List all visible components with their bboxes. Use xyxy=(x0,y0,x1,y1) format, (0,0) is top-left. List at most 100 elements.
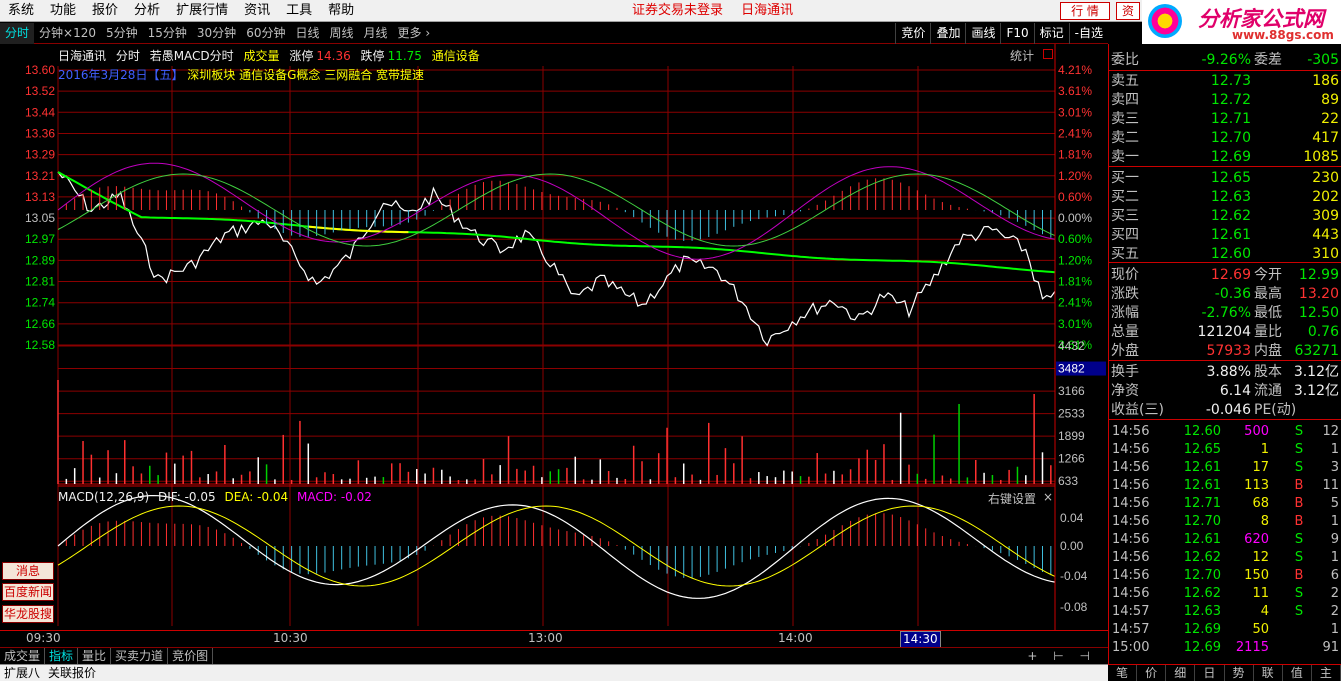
price-tick-label: 12.66 xyxy=(25,317,55,331)
zoom-controls[interactable]: + ⊢ ⊣ xyxy=(1027,648,1096,664)
tab-monthly[interactable]: 月线 xyxy=(359,23,393,44)
rtab-value[interactable]: 值 xyxy=(1283,665,1312,681)
tick-volume: 500 xyxy=(1244,424,1269,439)
tick-row[interactable]: 15:00 12.69 2115 91 xyxy=(1109,639,1341,657)
login-status[interactable]: 证券交易未登录 xyxy=(632,3,723,18)
tick-row[interactable]: 14:57 12.69 50 1 xyxy=(1109,621,1341,639)
tick-row[interactable]: 14:56 12.70 150 B 6 xyxy=(1109,567,1341,585)
flower-logo-icon xyxy=(1148,4,1182,38)
ask-row[interactable]: 卖四 12.72 89 xyxy=(1109,91,1341,109)
tick-direction: S xyxy=(1294,604,1304,619)
ask-volume: 22 xyxy=(1321,111,1339,127)
tick-row[interactable]: 14:56 12.61 17 S 3 xyxy=(1109,459,1341,477)
news-button[interactable]: 资 xyxy=(1116,2,1140,20)
tab-weekly[interactable]: 周线 xyxy=(324,23,358,44)
tick-count: 1 xyxy=(1330,550,1339,565)
tab-volume[interactable]: 成交量 xyxy=(0,648,46,664)
bid-row[interactable]: 买四 12.61 443 xyxy=(1109,226,1341,244)
bid-volume: 202 xyxy=(1312,189,1339,205)
ask-row[interactable]: 卖二 12.70 417 xyxy=(1109,129,1341,147)
vol-tick-label: 3166 xyxy=(1058,384,1085,398)
divider xyxy=(1109,360,1341,361)
auction-button[interactable]: 竞价 xyxy=(895,23,930,44)
price-tick-label: 13.52 xyxy=(25,84,55,98)
tick-row[interactable]: 14:56 12.65 1 S 1 xyxy=(1109,441,1341,459)
tab-intraday[interactable]: 分时 xyxy=(0,22,35,44)
intraday-chart[interactable]: 13.60 4.21% 13.52 3.61% 13.44 3.01% 13.36 2.41%… xyxy=(0,44,1108,630)
rtab-trades[interactable]: 笔 xyxy=(1108,665,1138,681)
tab-daily[interactable]: 日线 xyxy=(290,23,324,44)
menu-function[interactable]: 功能 xyxy=(42,0,84,22)
status-related-quote[interactable]: 关联报价 xyxy=(44,665,100,681)
menu-quote[interactable]: 报价 xyxy=(84,0,126,22)
tab-min120[interactable]: 分钟×120 xyxy=(34,23,101,44)
tick-time: 14:57 xyxy=(1112,622,1150,637)
rtab-price[interactable]: 价 xyxy=(1137,665,1167,681)
price-tick-label: 12.97 xyxy=(25,232,55,246)
price-tick-label: 13.29 xyxy=(25,148,55,162)
tick-row[interactable]: 14:57 12.63 4 S 2 xyxy=(1109,603,1341,621)
tab-more[interactable]: 更多 › xyxy=(393,23,436,44)
ask-price: 12.69 xyxy=(1210,149,1251,165)
ask-row[interactable]: 卖三 12.71 22 xyxy=(1109,110,1341,128)
menu-tools[interactable]: 工具 xyxy=(278,0,320,22)
tab-indicator[interactable]: 指标 xyxy=(45,648,79,664)
tab-15min[interactable]: 15分钟 xyxy=(143,23,192,44)
watchlist-button[interactable]: -自选 xyxy=(1068,23,1108,44)
right-click-settings[interactable]: 右键设置 xyxy=(988,490,1036,507)
tick-price: 12.61 xyxy=(1183,478,1221,493)
tick-row[interactable]: 14:56 12.71 68 B 5 xyxy=(1109,495,1341,513)
tick-count: 2 xyxy=(1330,586,1339,601)
rtab-main[interactable]: 主 xyxy=(1312,665,1341,681)
price-tick-label: 13.60 xyxy=(25,63,55,77)
rtab-day[interactable]: 日 xyxy=(1195,665,1225,681)
menu-help[interactable]: 帮助 xyxy=(320,0,362,22)
toolbar-right: 竞价 叠加 画线 F10 标记 -自选 xyxy=(895,23,1108,44)
tab-auction-chart[interactable]: 竞价图 xyxy=(168,648,214,664)
tab-buy-sell-force[interactable]: 买卖力道 xyxy=(111,648,169,664)
tick-row[interactable]: 14:56 12.61 620 S 9 xyxy=(1109,531,1341,549)
tick-row[interactable]: 14:56 12.61 113 B 11 xyxy=(1109,477,1341,495)
statistics-link[interactable]: 统计 xyxy=(1010,47,1034,64)
dea-line xyxy=(57,505,1056,587)
tick-row[interactable]: 14:56 12.62 11 S 2 xyxy=(1109,585,1341,603)
quote-button[interactable]: 行 情 xyxy=(1060,2,1110,20)
baidu-news-button[interactable]: 百度新闻 xyxy=(2,583,54,601)
statistics-toggle[interactable] xyxy=(1043,49,1053,59)
rtab-trend[interactable]: 势 xyxy=(1225,665,1254,681)
menu-ext-market[interactable]: 扩展行情 xyxy=(168,0,236,22)
tick-row[interactable]: 14:56 12.60 500 S 12 xyxy=(1109,423,1341,441)
ask-row[interactable]: 卖一 12.69 1085 xyxy=(1109,148,1341,166)
menu-news[interactable]: 资讯 xyxy=(236,0,278,22)
menu-system[interactable]: 系统 xyxy=(0,0,42,22)
f10-button[interactable]: F10 xyxy=(1000,23,1033,44)
tab-30min[interactable]: 30分钟 xyxy=(192,23,241,44)
tick-row[interactable]: 14:56 12.70 8 B 1 xyxy=(1109,513,1341,531)
status-ext8[interactable]: 扩展八 xyxy=(0,665,44,681)
hualong-search-button[interactable]: 华龙股搜 xyxy=(2,605,54,623)
tick-direction: B xyxy=(1294,568,1304,583)
header-sector[interactable]: 通信设备 xyxy=(432,49,480,63)
tick-time: 14:57 xyxy=(1112,604,1150,619)
news-side-button[interactable]: 消息 xyxy=(2,562,54,580)
vol-tick-label: 4432 xyxy=(1058,339,1085,353)
tab-5min[interactable]: 5分钟 xyxy=(101,23,143,44)
ask-row[interactable]: 卖五 12.73 186 xyxy=(1109,72,1341,90)
bid-row[interactable]: 买三 12.62 309 xyxy=(1109,207,1341,225)
tab-volume-ratio[interactable]: 量比 xyxy=(78,648,112,664)
tick-price: 12.70 xyxy=(1183,568,1221,583)
overlay-button[interactable]: 叠加 xyxy=(930,23,965,44)
bid-row[interactable]: 买五 12.60 310 xyxy=(1109,245,1341,263)
mark-button[interactable]: 标记 xyxy=(1033,23,1069,44)
stat-label-2: 最低 xyxy=(1254,305,1282,321)
bid-row[interactable]: 买一 12.65 230 xyxy=(1109,169,1341,187)
menu-analysis[interactable]: 分析 xyxy=(126,0,168,22)
pct-tick-label: 3.01% xyxy=(1058,105,1092,119)
bid-row[interactable]: 买二 12.63 202 xyxy=(1109,188,1341,206)
rtab-detail[interactable]: 细 xyxy=(1166,665,1196,681)
draw-line-button[interactable]: 画线 xyxy=(965,23,1000,44)
rtab-link[interactable]: 联 xyxy=(1254,665,1283,681)
close-icon[interactable]: × xyxy=(1043,490,1053,504)
tick-row[interactable]: 14:56 12.62 12 S 1 xyxy=(1109,549,1341,567)
tab-60min[interactable]: 60分钟 xyxy=(241,23,290,44)
